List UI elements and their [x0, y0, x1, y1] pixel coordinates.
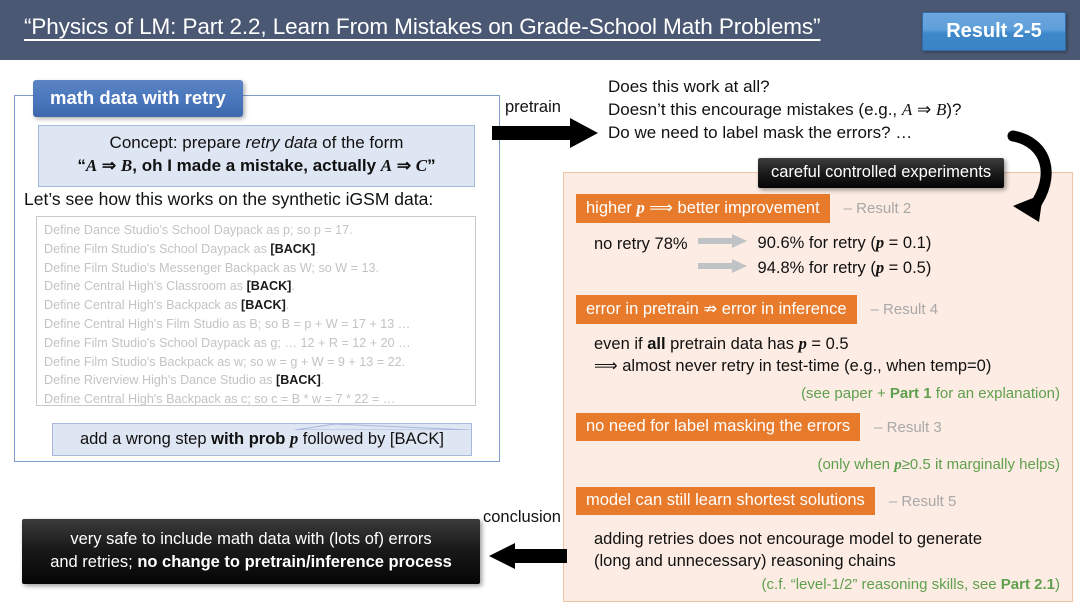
result-3-tag: – Result 3 — [874, 418, 942, 436]
result-4-body: even if all pretrain data has p = 0.5 ⟹ … — [594, 333, 991, 377]
curved-arrow-icon — [995, 130, 1065, 235]
concept-line1-post: of the form — [317, 133, 404, 152]
result-2-body: no retry 78% 90.6% for retry (p = 0.1) 9… — [594, 232, 931, 279]
concept-line-2: “A ⇒ B, oh I made a mistake, actually A … — [77, 156, 436, 176]
result-2-tag: – Result 2 — [843, 200, 912, 217]
header-bar: “Physics of LM: Part 2.2, Learn From Mis… — [0, 0, 1080, 60]
result-2-baseline: no retry 78% — [594, 235, 688, 253]
result-4-header: error in pretrain ⇏ error in inference –… — [576, 295, 938, 324]
result-5-line-1: adding retries does not encourage model … — [594, 530, 983, 548]
code-line: Define Film Studio's Backpack as w; so w… — [44, 354, 406, 369]
result-2-value-2: 94.8% for retry (p = 0.5) — [757, 258, 932, 277]
code-line: Define Central High's Classroom as [BACK… — [44, 279, 295, 294]
result-2-label: higher p ⟹ better improvement — [576, 194, 830, 223]
prob-pre: add a wrong step — [79, 430, 212, 448]
conclusion-line-2: and retries; no change to pretrain/infer… — [50, 552, 452, 571]
concept-line1-pre: Concept: prepare — [109, 133, 246, 152]
result-5-body: adding retries does not encourage model … — [594, 528, 982, 572]
result-2-header: higher p ⟹ better improvement – Result 2 — [576, 194, 911, 223]
code-line: Define Central High's Film Studio as B; … — [44, 316, 411, 331]
result-3-label: no need for label masking the errors — [576, 413, 861, 441]
code-line: Define Central High's Backpack as [BACK]… — [44, 298, 290, 313]
result-4-tag: – Result 4 — [870, 301, 939, 318]
result-3-note: (only when p≥0.5 it marginally helps) — [817, 456, 1060, 473]
panel-tab-label: math data with retry — [33, 80, 243, 117]
question-item: Do we need to label mask the errors? … — [608, 123, 913, 142]
open-questions-list: Does this work at all? Doesn’t this enco… — [608, 75, 961, 144]
result-5-note: (c.f. “level-1/2” reasoning skills, see … — [761, 576, 1060, 593]
result-4-note: (see paper + Part 1 for an explanation) — [801, 385, 1060, 402]
concept-line1-italic: retry data — [245, 133, 318, 152]
concept-line-1: Concept: prepare retry data of the form — [49, 132, 464, 154]
code-line: Define Film Studio's Messenger Backpack … — [44, 260, 379, 275]
result-badge: Result 2-5 — [922, 12, 1066, 51]
careful-controlled-experiments-badge: careful controlled experiments — [758, 158, 1005, 188]
result-4-label: error in pretrain ⇏ error in inference — [576, 295, 857, 324]
question-item: Doesn’t this encourage mistakes (e.g., A… — [608, 100, 962, 119]
code-line: Define Dance Studio's School Daypack as … — [44, 223, 353, 237]
prob-post: followed by [BACK] — [298, 430, 445, 448]
gray-arrow-icon — [697, 232, 748, 254]
result-4-line-2: ⟹ almost never retry in test-time (e.g.,… — [594, 357, 992, 375]
gray-arrow-icon — [697, 257, 748, 279]
result-4-line-1: even if all pretrain data has p = 0.5 — [594, 334, 849, 353]
conclusion-box: very safe to include math data with (lot… — [22, 519, 480, 584]
conclusion-line-1: very safe to include math data with (lot… — [70, 530, 432, 548]
conclusion-label: conclusion — [483, 508, 561, 526]
pretrain-label: pretrain — [505, 98, 561, 116]
slide-canvas: “Physics of LM: Part 2.2, Learn From Mis… — [0, 0, 1080, 608]
results-panel: higher p ⟹ better improvement – Result 2… — [563, 172, 1073, 602]
code-line: Define Film Studio's School Daypack as [… — [44, 241, 319, 256]
pretrain-arrow-icon — [492, 118, 602, 153]
question-item: Does this work at all? — [608, 77, 770, 96]
result-5-tag: – Result 5 — [888, 492, 957, 510]
result-5-line-2: (long and unnecessary) reasoning chains — [594, 552, 896, 570]
result-5-label: model can still learn shortest solutions — [576, 487, 875, 515]
result-3-header: no need for label masking the errors – R… — [576, 413, 942, 441]
prob-bold: with prob p — [211, 429, 299, 448]
page-title: “Physics of LM: Part 2.2, Learn From Mis… — [24, 14, 821, 39]
concept-box: Concept: prepare retry data of the form … — [38, 125, 475, 187]
lets-see-text: Let’s see how this works on the syntheti… — [24, 189, 434, 209]
code-line: Define Film Studio's School Daypack as g… — [44, 335, 411, 350]
conclusion-arrow-icon — [487, 543, 567, 574]
result-2-value-1: 90.6% for retry (p = 0.1) — [757, 233, 932, 252]
result-5-header: model can still learn shortest solutions… — [576, 487, 956, 515]
